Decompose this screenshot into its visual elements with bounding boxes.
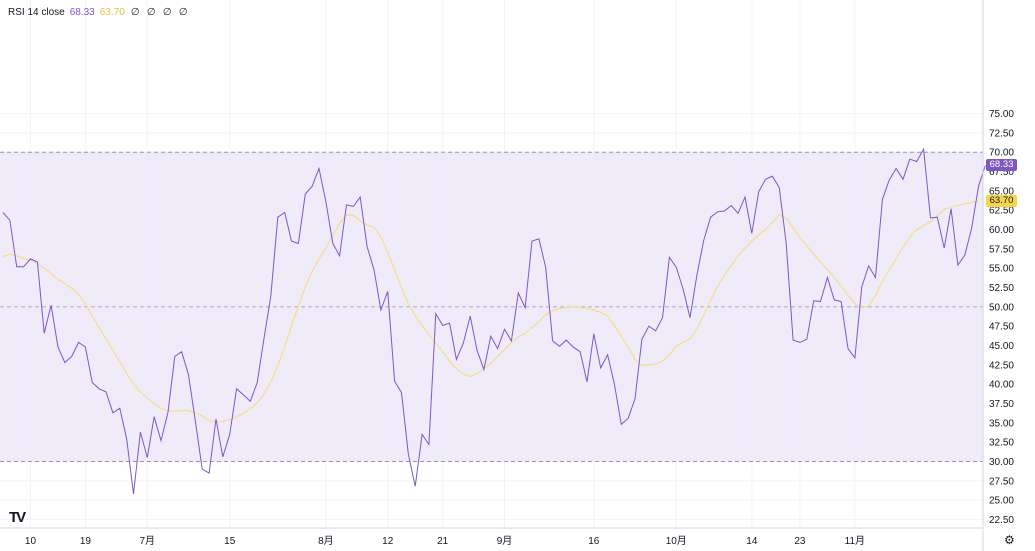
x-tick-label: 16 <box>588 536 600 547</box>
y-tick-label: 75.00 <box>989 109 1014 120</box>
y-tick-label: 47.50 <box>989 322 1014 333</box>
x-tick-label: 19 <box>80 536 92 547</box>
null-value-icon: ∅ <box>178 7 188 18</box>
y-tick-label: 45.00 <box>989 341 1014 352</box>
indicator-legend[interactable]: RSI 14 close 68.33 63.70 ∅ ∅ ∅ ∅ <box>8 7 189 18</box>
y-tick-label: 27.50 <box>989 476 1014 487</box>
y-tick-label: 42.50 <box>989 360 1014 371</box>
x-tick-label: 7月 <box>139 535 155 547</box>
x-tick-label: 21 <box>437 536 449 547</box>
x-tick-label: 12 <box>382 536 394 547</box>
null-value-icon: ∅ <box>162 7 172 18</box>
y-tick-label: 55.00 <box>989 264 1014 275</box>
ma-price-badge: 63.70 <box>986 194 1017 207</box>
y-tick-label: 32.50 <box>989 438 1014 449</box>
y-tick-label: 22.50 <box>989 515 1014 526</box>
y-tick-label: 35.00 <box>989 418 1014 429</box>
y-tick-label: 37.50 <box>989 399 1014 410</box>
y-tick-label: 50.00 <box>989 302 1014 313</box>
x-tick-label: 10 <box>25 536 37 547</box>
tradingview-logo-icon[interactable]: TV <box>9 509 26 526</box>
indicator-title[interactable]: RSI 14 close <box>8 7 65 18</box>
x-tick-label: 11月 <box>845 535 865 547</box>
rsi-chart: 75.0072.5070.0067.5065.0062.5060.0057.50… <box>0 0 1014 551</box>
y-tick-label: 62.50 <box>989 206 1014 217</box>
x-tick-label: 8月 <box>318 535 334 547</box>
x-tick-label: 9月 <box>497 535 513 547</box>
x-tick-label: 14 <box>746 536 758 547</box>
y-tick-label: 57.50 <box>989 244 1014 255</box>
y-tick-label: 40.00 <box>989 380 1014 391</box>
y-tick-label: 60.00 <box>989 225 1014 236</box>
x-tick-label: 10月 <box>666 535 687 547</box>
y-tick-label: 70.00 <box>989 148 1014 159</box>
y-tick-label: 52.50 <box>989 283 1014 294</box>
null-value-icon: ∅ <box>146 7 156 18</box>
y-tick-label: 25.00 <box>989 496 1014 507</box>
price-scale-labels: 75.0072.5070.0067.5065.0062.5060.0057.50… <box>989 109 1014 526</box>
rsi-legend-value: 68.33 <box>69 7 95 18</box>
y-tick-label: 30.00 <box>989 457 1014 468</box>
null-value-icon: ∅ <box>130 7 140 18</box>
x-tick-label: 15 <box>224 536 236 547</box>
y-tick-label: 72.50 <box>989 128 1014 139</box>
rsi-price-badge: 68.33 <box>986 159 1017 172</box>
ma-legend-value: 63.70 <box>99 7 125 18</box>
x-tick-label: 23 <box>794 536 806 547</box>
gear-icon[interactable]: ⚙ <box>1004 533 1015 547</box>
time-scale-labels: 10 19 7月 15 8月 12 21 9月 16 10月 14 23 11月 <box>25 535 865 547</box>
